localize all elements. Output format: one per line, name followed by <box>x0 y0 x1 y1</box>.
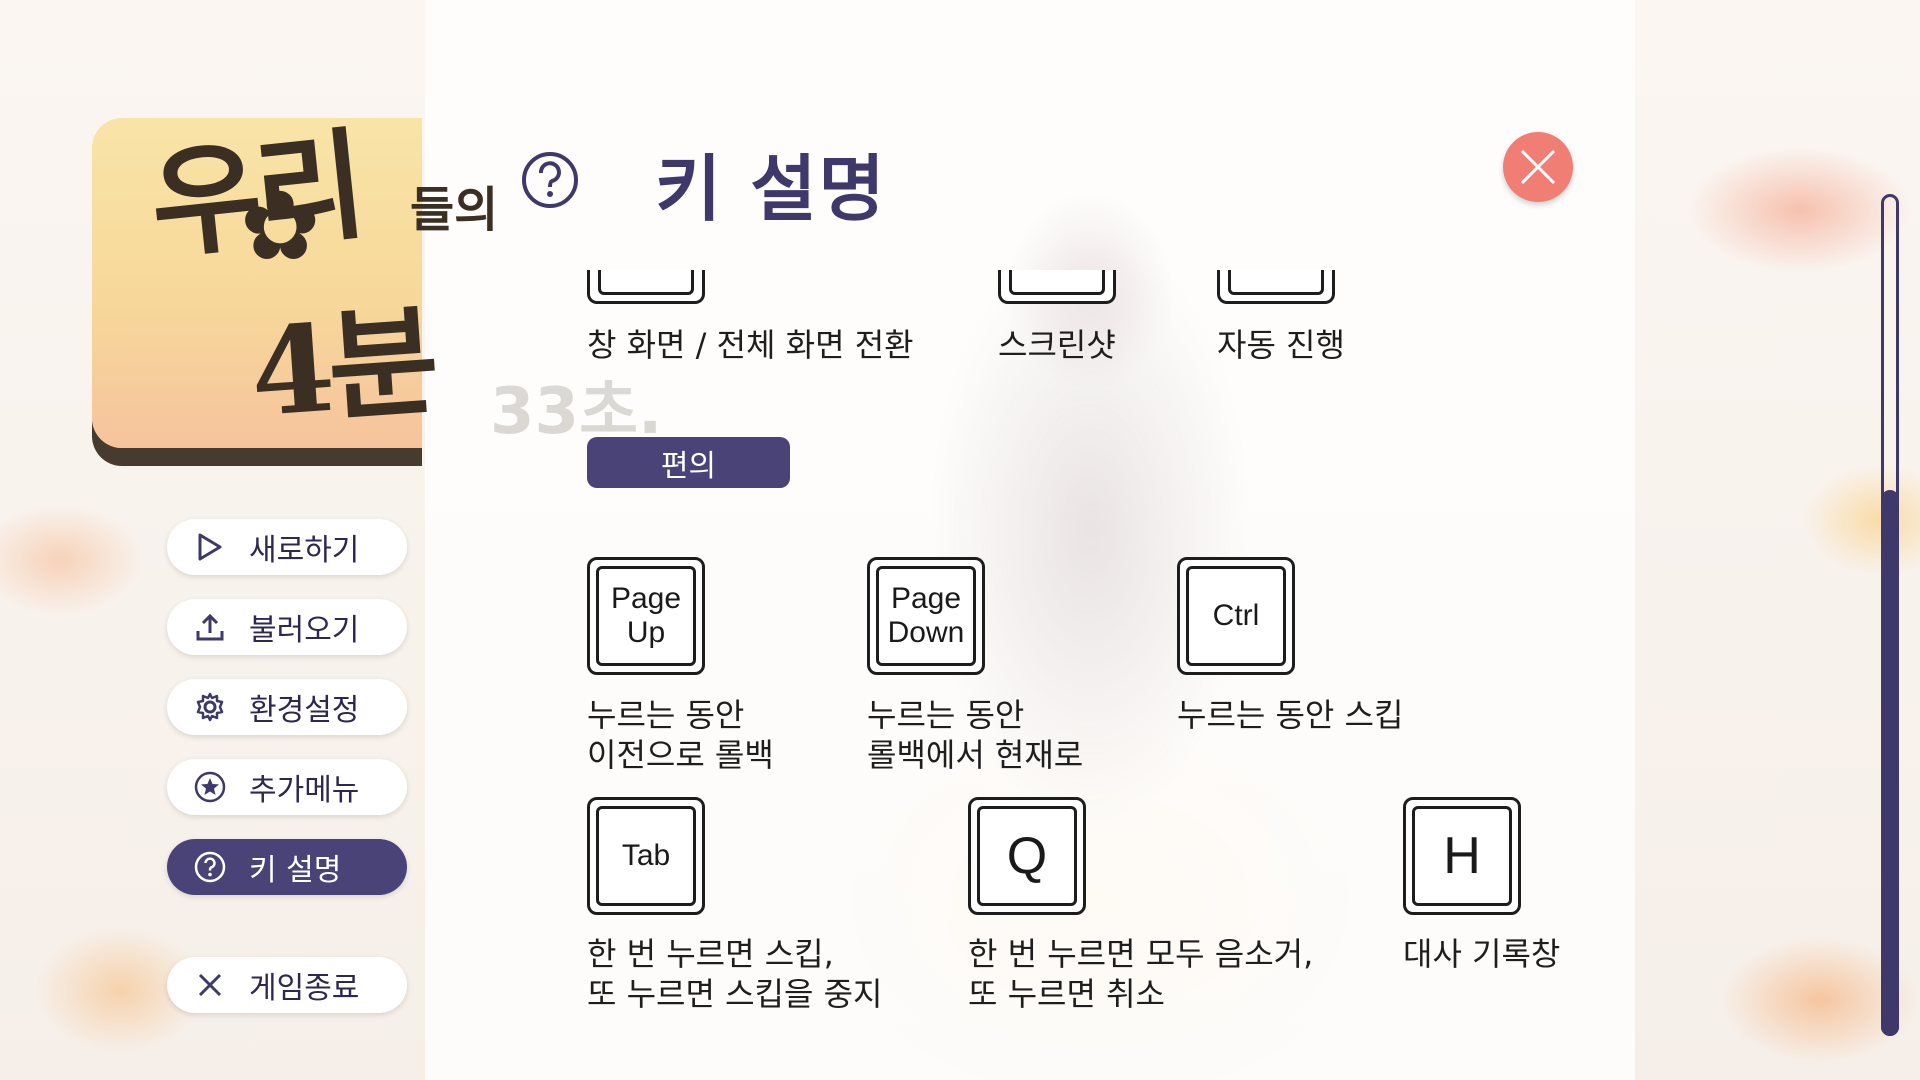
menu-item-label: 게임종료 <box>249 971 360 1006</box>
keycap-h: H <box>1403 797 1521 915</box>
key-description: 누르는 동안 스킵 <box>1177 696 1404 734</box>
menu-item-label: 새로하기 <box>249 533 360 568</box>
keycap-label: Page Down <box>887 582 965 649</box>
logo-text-small: 들의 <box>410 182 499 238</box>
scrollbar-thumb[interactable] <box>1881 490 1899 1036</box>
keycap-page-up: Page Up <box>587 557 705 675</box>
menu-item-label: 키 설명 <box>249 853 342 888</box>
key-description: 창 화면 / 전체 화면 전환 <box>587 326 914 364</box>
close-icon <box>193 968 227 1002</box>
menu-quit-button[interactable]: 게임종료 <box>167 957 407 1013</box>
key-description: 스크린샷 <box>998 326 1116 364</box>
key-description: 한 번 누르면 스킵, 또 누르면 스킵을 중지 <box>587 935 883 1013</box>
logo-text-line2: 4분 <box>246 290 438 445</box>
key-description: 한 번 누르면 모두 음소거, 또 누르면 취소 <box>968 935 1314 1013</box>
menu-new-game-button[interactable]: 새로하기 <box>167 519 407 575</box>
close-panel-button[interactable] <box>1503 132 1573 202</box>
menu-settings-button[interactable]: 환경설정 <box>167 679 407 735</box>
upload-icon <box>193 610 227 644</box>
keycap-label: H <box>1443 827 1481 885</box>
keycap-label: Tab <box>621 839 671 872</box>
menu-key-help-button[interactable]: 키 설명 <box>167 839 407 895</box>
key-description: 누르는 동안 롤백에서 현재로 <box>867 696 1084 774</box>
menu-extra-button[interactable]: 추가메뉴 <box>167 759 407 815</box>
close-icon <box>1520 149 1556 185</box>
keycap-partial <box>587 270 705 304</box>
menu-item-label: 불러오기 <box>249 613 360 648</box>
key-description: 누르는 동안 이전으로 롤백 <box>587 696 774 774</box>
menu-load-button[interactable]: 불러오기 <box>167 599 407 655</box>
keycap-partial <box>998 270 1116 304</box>
page-title: 키 설명 <box>655 147 887 231</box>
keycap-page-down: Page Down <box>867 557 985 675</box>
keycap-q: Q <box>968 797 1086 915</box>
gear-icon <box>193 690 227 724</box>
logo-text-line1: 우리 <box>144 114 367 277</box>
menu-item-label: 환경설정 <box>249 693 360 728</box>
keycap-label: Ctrl <box>1212 599 1260 632</box>
help-icon <box>193 850 227 884</box>
keycap-label: Page Up <box>610 582 682 649</box>
help-icon <box>520 150 580 214</box>
keycap-ctrl: Ctrl <box>1177 557 1295 675</box>
section-label-convenience: 편의 <box>587 437 790 488</box>
star-icon <box>193 770 227 804</box>
play-icon <box>193 530 227 564</box>
character-illustration <box>880 100 1300 920</box>
menu-item-label: 추가메뉴 <box>249 773 360 808</box>
key-description: 자동 진행 <box>1217 326 1345 364</box>
key-description: 대사 기록창 <box>1403 935 1561 973</box>
keycap-label: Q <box>1006 827 1048 885</box>
keycap-partial <box>1217 270 1335 304</box>
keycap-tab: Tab <box>587 797 705 915</box>
